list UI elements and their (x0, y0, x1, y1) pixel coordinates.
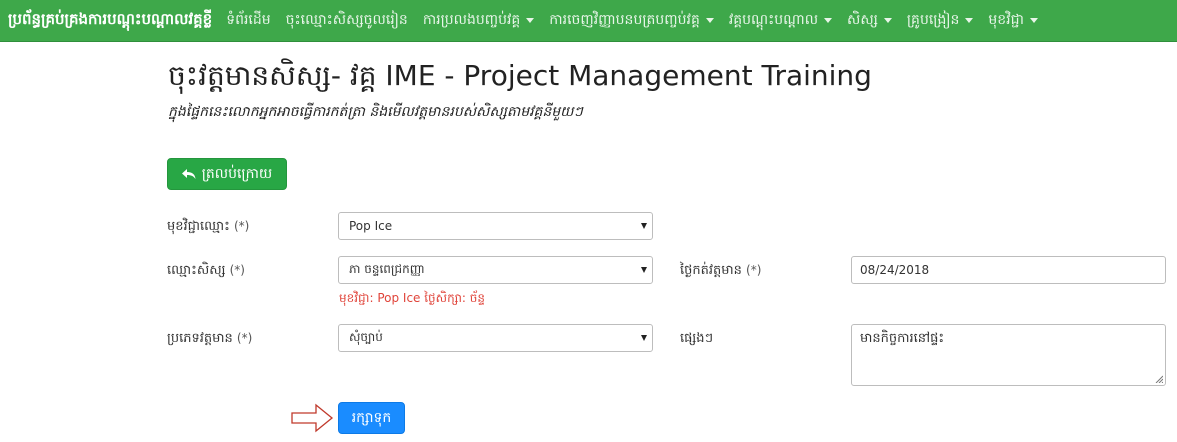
subject-label-text: មុខវិជ្ជាឈ្មោះ (167, 219, 230, 234)
page-subtitle: ក្នុងផ្ទៃកនេះលោកអ្នកអាចធ្វើការកត់ត្រា និ… (168, 104, 583, 120)
required-mark: (*) (746, 263, 762, 277)
nav-item-label: សិស្ស (847, 12, 878, 28)
nav-item-teachers[interactable]: គ្រូបង្រៀន (907, 10, 974, 31)
student-label-text: ឈ្មោះសិស្ស (167, 263, 226, 278)
nav-item-label: ទំព័រដើម (226, 12, 271, 28)
back-button-label: ត្រលប់ក្រោយ (201, 165, 273, 182)
dropdown-arrow-icon (641, 223, 647, 229)
date-input-value: 08/24/2018 (860, 263, 930, 277)
dropdown-arrow-icon (641, 267, 647, 273)
caret-down-icon (824, 18, 833, 23)
other-textarea-value: មានកិច្ចការនៅផ្ទះ (860, 331, 945, 346)
back-button[interactable]: ត្រលប់ក្រោយ (167, 158, 287, 190)
attendance-type-select-value: សុំច្បាប់ (349, 330, 383, 344)
required-mark: (*) (233, 219, 250, 233)
other-textarea[interactable]: មានកិច្ចការនៅផ្ទះ (851, 324, 1166, 386)
nav-item-label: មុខវិជ្ជា (988, 12, 1024, 28)
nav-item-home[interactable]: ទំព័រដើម (226, 10, 270, 31)
student-select[interactable]: ភា ចន្ទពេជ្រកញ្ញា (338, 256, 653, 284)
nav-item-certificate[interactable]: ការចេញវិញ្ញាបនបត្របញ្ចប់វគ្គ (549, 10, 714, 31)
student-select-value: ភា ចន្ទពេជ្រកញ្ញា (349, 262, 425, 276)
caret-down-icon (526, 18, 535, 23)
resize-grip-icon[interactable] (1155, 375, 1163, 383)
caret-down-icon (1029, 18, 1038, 23)
page-title: ចុះវត្តមានសិស្ស- វគ្គ IME - Project Mana… (168, 59, 872, 92)
caret-down-icon (883, 18, 892, 23)
attendance-type-label: ប្រភេទវត្តមាន (*) (167, 330, 252, 349)
date-input[interactable]: 08/24/2018 (851, 256, 1166, 284)
nav-item-enroll[interactable]: ចុះឈ្មោះសិស្សចូលរៀន (286, 10, 408, 31)
required-mark: (*) (229, 263, 245, 277)
nav-item-label: វគ្គបណ្តុះបណ្តាល (728, 12, 819, 28)
date-label-text: ថ្ងៃកត់វត្តមាន (680, 263, 742, 278)
student-label: ឈ្មោះសិស្ស (*) (167, 262, 245, 281)
nav-item-label: គ្រូបង្រៀន (906, 12, 960, 28)
nav-item-label: ការចេញវិញ្ញាបនបត្របញ្ចប់វគ្គ (549, 12, 700, 28)
subject-select-value: Pop Ice (349, 219, 393, 233)
subject-select[interactable]: Pop Ice (338, 212, 653, 240)
dropdown-arrow-icon (641, 335, 647, 341)
attendance-type-label-text: ប្រភេទវត្តមាន (167, 331, 233, 346)
nav-item-label: ចុះឈ្មោះសិស្សចូលរៀន (285, 12, 408, 28)
caret-down-icon (705, 18, 714, 23)
nav-item-subjects[interactable]: មុខវិជ្ជា (988, 10, 1038, 31)
student-help-text: មុខវិជ្ជា: Pop Ice ថ្ងៃសិក្សា: ច័ន្ទ (339, 291, 486, 305)
top-navbar: ប្រព័ន្ធគ្រប់គ្រងការបណ្តុះបណ្តាលវគ្គខ្លី… (0, 0, 1177, 42)
subject-label: មុខវិជ្ជាឈ្មោះ (*) (167, 218, 249, 237)
other-label: ផ្សេងៗ (680, 331, 714, 346)
nav-item-courses[interactable]: វគ្គបណ្តុះបណ្តាល (728, 10, 833, 31)
navbar-brand[interactable]: ប្រព័ន្ធគ្រប់គ្រងការបណ្តុះបណ្តាលវគ្គខ្លី (8, 10, 212, 32)
nav-item-students[interactable]: សិស្ស (847, 10, 892, 31)
date-label: ថ្ងៃកត់វត្តមាន (*) (680, 262, 761, 281)
reply-arrow-icon (181, 169, 196, 179)
caret-down-icon (965, 18, 974, 23)
save-button[interactable]: រក្សាទុក (338, 402, 405, 434)
required-mark: (*) (236, 331, 253, 345)
nav-item-label: ការប្រលងបញ្ចប់វគ្គ (422, 12, 521, 28)
attendance-type-select[interactable]: សុំច្បាប់ (338, 324, 653, 352)
nav-item-exam[interactable]: ការប្រលងបញ្ចប់វគ្គ (422, 10, 535, 31)
pointer-arrow-icon (291, 403, 334, 433)
save-button-label: រក្សាទុក (351, 409, 392, 426)
